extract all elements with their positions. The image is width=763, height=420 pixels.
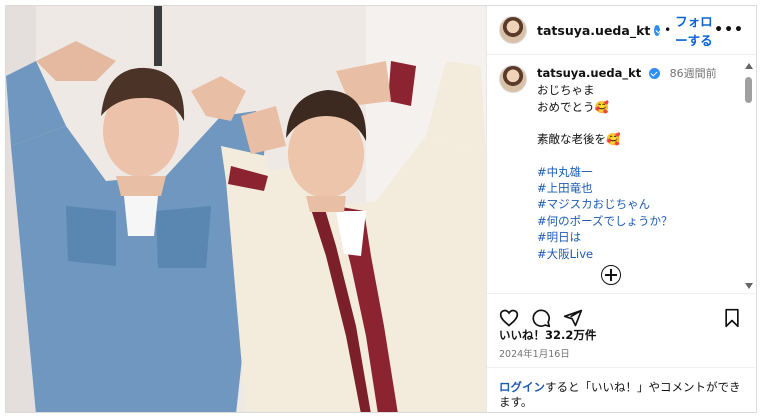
caption-time[interactable]: 86週間前 bbox=[670, 67, 717, 80]
login-link[interactable]: ログイン bbox=[499, 380, 545, 394]
hashtag-link[interactable]: #何のポーズでしょうか？ bbox=[537, 213, 717, 229]
caption-line bbox=[537, 115, 717, 131]
caption-avatar[interactable] bbox=[499, 65, 527, 93]
separator-dot: • bbox=[664, 23, 672, 37]
hashtag-link[interactable]: #上田竜也 bbox=[537, 180, 717, 196]
comments-area: tatsuya.ueda_kt 86週間前 おじちゃま おめでとう🥰 素敵な老後… bbox=[487, 55, 743, 293]
verified-icon bbox=[654, 24, 661, 36]
header-username[interactable]: tatsuya.ueda_kt bbox=[537, 23, 650, 38]
post-date[interactable]: 2024年1月16日 bbox=[499, 346, 570, 360]
scroll-down-icon[interactable] bbox=[745, 283, 753, 289]
caption-username[interactable]: tatsuya.ueda_kt bbox=[537, 66, 641, 80]
verified-icon bbox=[648, 68, 660, 79]
scrollbar[interactable] bbox=[742, 59, 756, 291]
login-prompt: ログインすると「いいね！」やコメントができます。 bbox=[487, 367, 755, 410]
hashtag-link[interactable]: #明日は bbox=[537, 229, 717, 245]
more-options-icon[interactable]: ••• bbox=[714, 22, 744, 38]
hashtag-link[interactable]: #大阪Live bbox=[537, 246, 717, 262]
post-header: tatsuya.ueda_kt • フォローする ••• bbox=[487, 6, 756, 55]
add-comment-icon[interactable] bbox=[601, 265, 621, 285]
avatar[interactable] bbox=[499, 16, 527, 44]
caption-body: tatsuya.ueda_kt 86週間前 おじちゃま おめでとう🥰 素敵な老後… bbox=[537, 65, 717, 262]
caption-line: おじちゃま bbox=[537, 83, 595, 98]
bookmark-icon[interactable] bbox=[723, 308, 741, 328]
hashtag-link[interactable]: #マジスカおじちゃん bbox=[537, 196, 717, 212]
heart-icon[interactable] bbox=[499, 308, 519, 328]
share-icon[interactable] bbox=[563, 308, 583, 328]
post-dialog: tatsuya.ueda_kt • フォローする ••• tatsuya.ued… bbox=[5, 5, 757, 413]
scroll-up-icon[interactable] bbox=[745, 63, 753, 69]
post-side-panel: tatsuya.ueda_kt • フォローする ••• tatsuya.ued… bbox=[486, 6, 756, 412]
caption-line: おめでとう🥰 bbox=[537, 99, 609, 114]
photo-illustration bbox=[6, 6, 486, 412]
caption-line: 素敵な老後を🥰 bbox=[537, 132, 621, 147]
scroll-thumb[interactable] bbox=[745, 77, 752, 103]
caption: tatsuya.ueda_kt 86週間前 おじちゃま おめでとう🥰 素敵な老後… bbox=[487, 55, 743, 262]
likes-count[interactable]: いいね！32.2万件 bbox=[499, 327, 596, 343]
comment-icon[interactable] bbox=[531, 308, 551, 328]
follow-button[interactable]: フォローする bbox=[675, 11, 714, 49]
post-photo[interactable] bbox=[6, 6, 486, 412]
hashtag-link[interactable]: #中丸雄一 bbox=[537, 164, 717, 180]
